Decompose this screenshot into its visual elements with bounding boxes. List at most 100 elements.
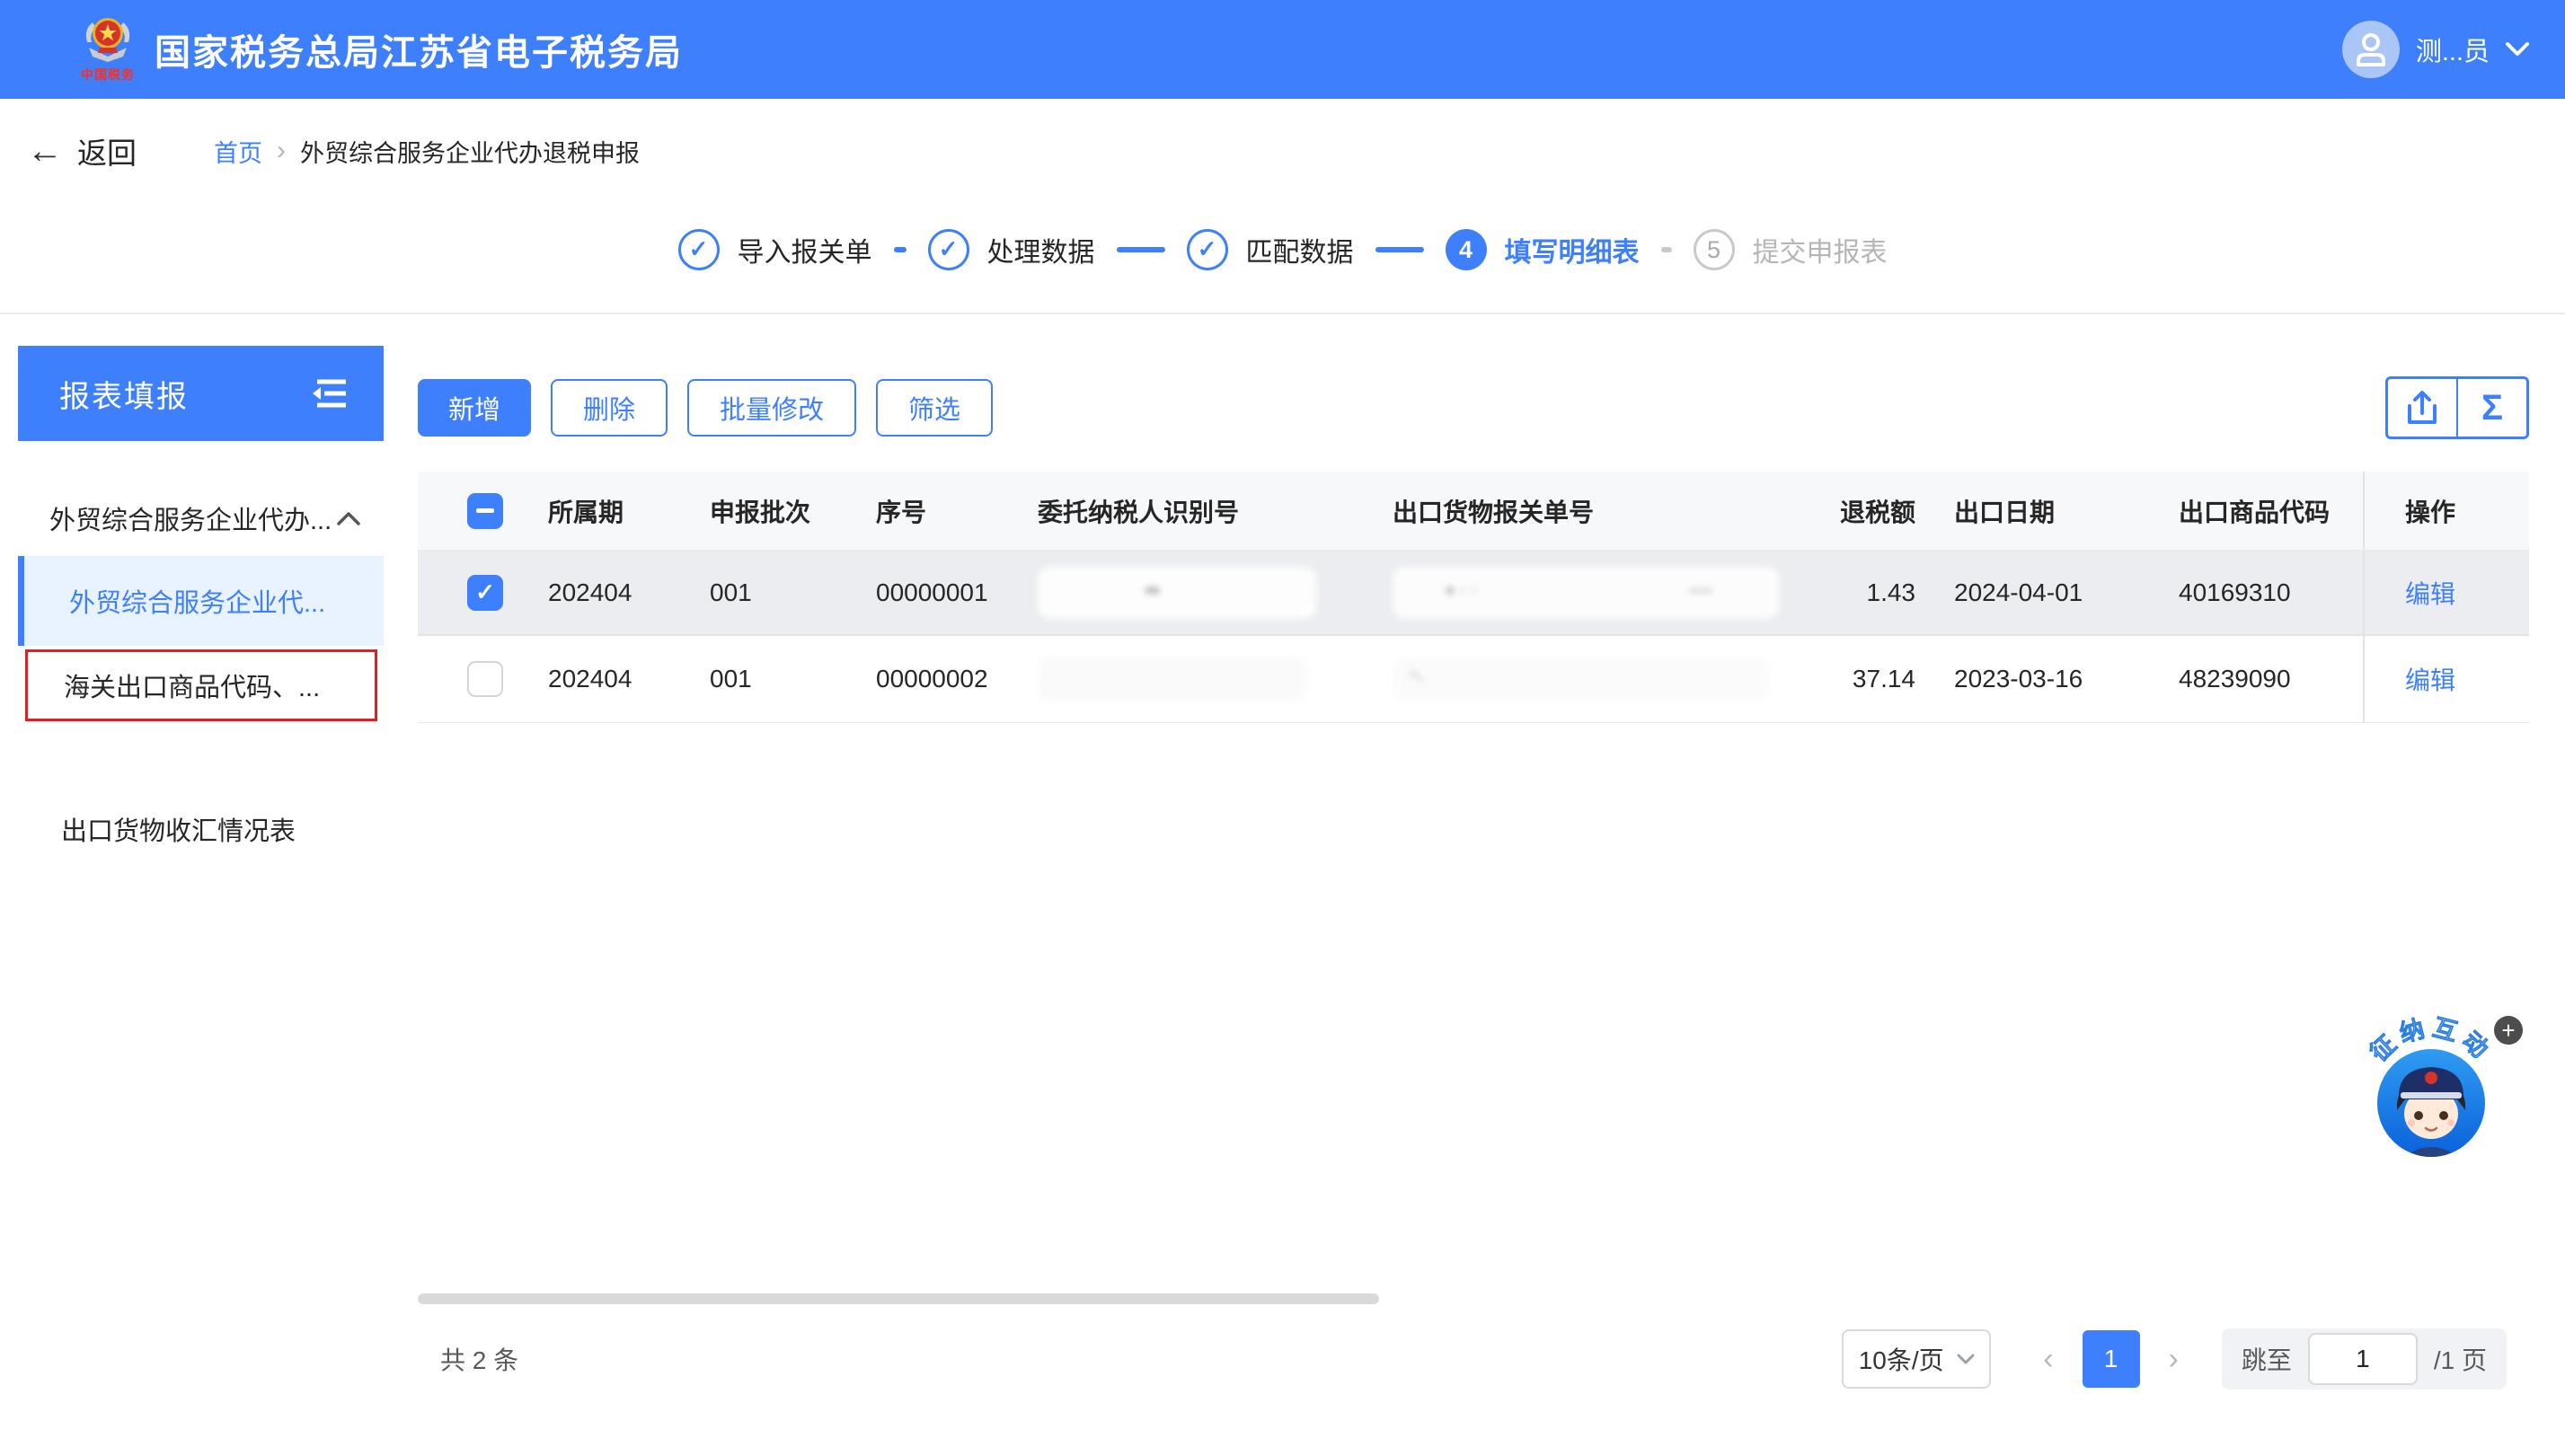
pagination: 10条/页 ‹ 1 › 跳至 /1 页 <box>1842 1328 2507 1390</box>
jump-page-input[interactable] <box>2307 1333 2418 1385</box>
cell-refund: 37.14 <box>1852 665 1915 693</box>
main-content: 新增 删除 批量修改 筛选 Σ 所属期 申报批次 序号 委托纳税人识别号 出口货… <box>418 376 2529 723</box>
add-button[interactable]: 新增 <box>418 379 532 437</box>
chevron-down-icon <box>1957 1354 1975 1364</box>
edit-link[interactable]: 编辑 <box>2405 661 2455 697</box>
page-size-value: 10条/页 <box>1858 1346 1944 1374</box>
step-submit-declaration[interactable]: 5 提交申报表 <box>1693 229 1888 270</box>
cell-seq: 00000002 <box>876 665 988 693</box>
back-button[interactable]: ← 返回 <box>27 129 137 172</box>
step-label: 提交申报表 <box>1752 238 1888 268</box>
step-check-circle: ✓ <box>1186 229 1228 270</box>
sidebar-item-label: 外贸综合服务企业代... <box>69 589 326 618</box>
cell-export-date: 2024-04-01 <box>1954 578 2083 606</box>
col-export-date: 出口日期 <box>1954 498 2056 526</box>
step-fill-detail-form[interactable]: 4 填写明细表 <box>1445 229 1640 270</box>
cell-taxpayer-id-redacted: •• <box>1038 566 1393 619</box>
cell-commodity-code: 40169310 <box>2179 578 2291 606</box>
chevron-up-icon <box>337 511 360 525</box>
menu-fold-icon[interactable] <box>312 378 348 409</box>
col-customs-no: 出口货物报关单号 <box>1393 498 1595 526</box>
brand: 中国税务 国家税务总局江苏省电子税务局 <box>79 12 683 87</box>
step-label: 处理数据 <box>986 238 1095 268</box>
assistant-mascot[interactable]: 征纳互动 <box>2354 1012 2507 1166</box>
breadcrumb-row: ← 返回 首页 › 外贸综合服务企业代办退税申报 <box>27 128 640 174</box>
breadcrumb-separator: › <box>277 136 286 165</box>
topbar: 中国税务 国家税务总局江苏省电子税务局 测...员 <box>0 0 2565 99</box>
wizard-steps: ✓ 导入报关单 ✓ 处理数据 ✓ 匹配数据 4 填写明细表 5 提交申报表 <box>0 208 2565 291</box>
sum-button[interactable]: Σ <box>2457 376 2529 439</box>
export-icon <box>2408 391 2437 424</box>
step-number-circle: 4 <box>1445 229 1487 270</box>
next-page-button[interactable]: › <box>2160 1342 2188 1377</box>
total-pages-label: /1 页 <box>2433 1346 2487 1374</box>
cell-export-date: 2023-03-16 <box>1954 665 2083 693</box>
cell-batch: 001 <box>710 578 752 606</box>
person-icon <box>2356 33 2385 66</box>
tax-bureau-logo: 中国税务 <box>79 12 137 87</box>
step-connector <box>1660 247 1672 252</box>
select-all-checkbox[interactable] <box>467 492 503 529</box>
total-count: 共 2 条 <box>440 1346 519 1374</box>
table-header-row: 所属期 申报批次 序号 委托纳税人识别号 出口货物报关单号 退税额 出口日期 出… <box>418 472 2529 551</box>
cell-period: 202404 <box>548 665 632 693</box>
step-label: 导入报关单 <box>737 238 872 268</box>
breadcrumb-current: 外贸综合服务企业代办退税申报 <box>300 139 640 167</box>
app-title: 国家税务总局江苏省电子税务局 <box>155 33 683 73</box>
prev-page-button[interactable]: ‹ <box>2034 1342 2062 1377</box>
col-batch: 申报批次 <box>710 498 811 526</box>
step-check-circle: ✓ <box>677 229 720 270</box>
edit-link[interactable]: 编辑 <box>2405 575 2455 611</box>
back-arrow-icon: ← <box>27 131 63 171</box>
jump-to-label: 跳至 <box>2241 1346 2292 1374</box>
sidebar-item-export-goods-fx-receipt[interactable]: 出口货物收汇情况表 <box>18 804 384 854</box>
step-check-circle: ✓ <box>927 229 969 270</box>
cell-period: 202404 <box>548 578 632 606</box>
user-avatar[interactable] <box>2341 21 2400 78</box>
col-taxpayer-id: 委托纳税人识别号 <box>1038 498 1240 526</box>
plus-button[interactable]: + <box>2494 1016 2523 1045</box>
sidebar-header: 报表填报 <box>18 346 384 441</box>
row-checkbox[interactable]: ✓ <box>467 574 503 611</box>
sidebar-title: 报表填报 <box>59 379 189 414</box>
cell-seq: 00000001 <box>876 578 988 606</box>
col-period: 所属期 <box>548 498 624 526</box>
cell-commodity-code: 48239090 <box>2179 665 2291 693</box>
sidebar-group-label: 外贸综合服务企业代办... <box>49 507 332 535</box>
step-process-data[interactable]: ✓ 处理数据 <box>927 229 1095 270</box>
page-size-select[interactable]: 10条/页 <box>1842 1329 1992 1389</box>
user-name: 测...员 <box>2415 38 2490 66</box>
sidebar-item-customs-export-commodity-code[interactable]: 海关出口商品代码、... <box>25 649 377 721</box>
breadcrumb: 首页 › 外贸综合服务企业代办退税申报 <box>214 134 640 169</box>
cell-taxpayer-id-redacted <box>1038 657 1393 702</box>
col-action: 操作 <box>2363 472 2529 550</box>
step-match-data[interactable]: ✓ 匹配数据 <box>1186 229 1354 270</box>
scrollbar-thumb[interactable] <box>418 1293 1379 1304</box>
export-button[interactable] <box>2385 376 2457 439</box>
chevron-down-icon[interactable] <box>2506 42 2529 57</box>
horizontal-scrollbar <box>418 1293 2529 1304</box>
filter-button[interactable]: 筛选 <box>876 379 994 437</box>
sidebar-item-ftc-service-agency[interactable]: 外贸综合服务企业代... <box>18 556 384 646</box>
jump-to-group: 跳至 /1 页 <box>2221 1328 2507 1390</box>
step-label: 填写明细表 <box>1504 238 1640 268</box>
table-row: 202404 001 00000002 ˆ⋅ 37.14 2023-03-16 … <box>418 636 2529 723</box>
check-icon: ✓ <box>688 234 709 262</box>
step-import-declaration[interactable]: ✓ 导入报关单 <box>677 229 872 270</box>
col-commodity-code: 出口商品代码 <box>2179 498 2331 526</box>
step-connector <box>1375 247 1424 252</box>
page-1-button[interactable]: 1 <box>2082 1330 2140 1388</box>
cell-refund: 1.43 <box>1866 578 1916 606</box>
table-tools: Σ <box>2385 376 2529 439</box>
delete-button[interactable]: 删除 <box>551 379 668 437</box>
batch-edit-button[interactable]: 批量修改 <box>687 379 857 437</box>
section-divider <box>0 313 2565 314</box>
sidebar-group-header[interactable]: 外贸综合服务企业代办... <box>18 491 384 545</box>
step-label: 匹配数据 <box>1245 238 1354 268</box>
breadcrumb-home-link[interactable]: 首页 <box>214 134 262 169</box>
cell-customs-no-redacted: ˆ⋅ <box>1393 657 1788 702</box>
sidebar: 报表填报 外贸综合服务企业代办... 外贸综合服务企业代... 海关出口商品代码… <box>18 346 384 854</box>
row-checkbox[interactable] <box>467 661 503 697</box>
user-menu[interactable]: 测...员 <box>2341 21 2529 78</box>
cell-batch: 001 <box>710 665 752 693</box>
